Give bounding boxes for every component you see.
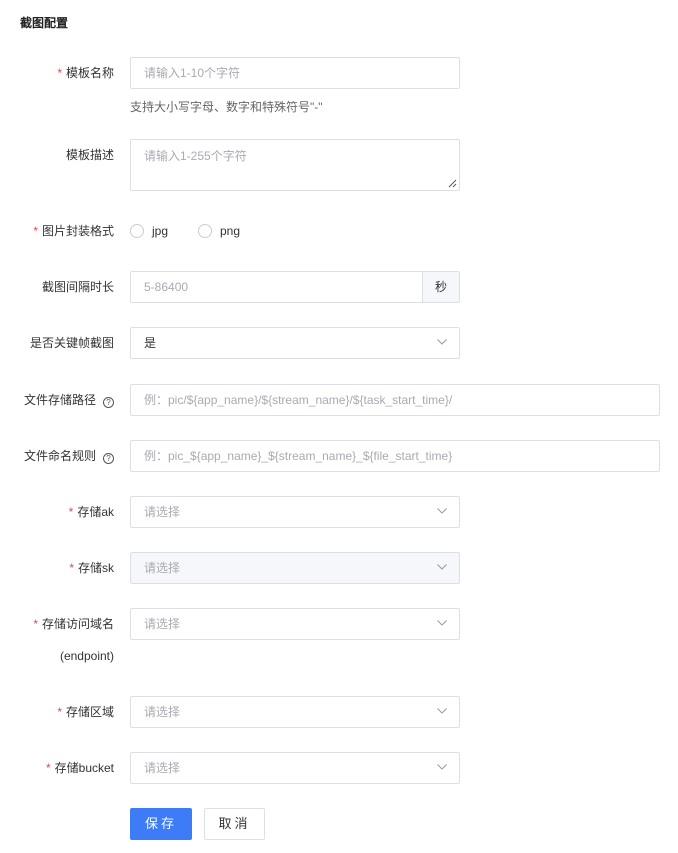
interval-unit-suffix: 秒 [422, 272, 459, 302]
keyframe-selected-value: 是 [144, 336, 157, 350]
storage-region-label: * 存储区域 [57, 704, 114, 720]
keyframe-label: 是否关键帧截图 [29, 336, 114, 350]
storage-domain-label-text: 存储访问域名 [41, 617, 114, 631]
required-mark: * [57, 66, 62, 80]
image-format-label-text: 图片封装格式 [41, 224, 114, 238]
image-format-label: * 图片封装格式 [33, 223, 114, 239]
resize-handle-icon[interactable] [447, 178, 457, 188]
interval-input[interactable]: 5-86400 秒 [130, 271, 460, 303]
storage-sk-select[interactable]: 请选择 [130, 552, 460, 584]
required-mark: * [57, 705, 62, 719]
storage-ak-label: * 存储ak [69, 504, 114, 520]
storage-bucket-placeholder: 请选择 [144, 761, 181, 775]
radio-jpg[interactable]: jpg [130, 224, 168, 238]
chevron-down-icon [437, 620, 447, 626]
keyframe-select[interactable]: 是 [130, 327, 460, 359]
template-desc-placeholder: 请输入1-255个字符 [144, 149, 247, 163]
template-desc-label: 模板描述 [65, 148, 114, 162]
storage-region-placeholder: 请选择 [144, 705, 181, 719]
required-mark: * [68, 505, 74, 519]
chevron-down-icon [437, 764, 447, 770]
storage-bucket-select[interactable]: 请选择 [130, 752, 460, 784]
chevron-down-icon [437, 339, 447, 345]
storage-path-input[interactable]: 例：pic/${app_name}/${stream_name}/${task_… [130, 384, 660, 416]
interval-label: 截图间隔时长 [41, 280, 114, 294]
radio-png[interactable]: png [198, 224, 240, 238]
required-mark: * [33, 224, 38, 238]
chevron-down-icon [437, 508, 447, 514]
storage-domain-placeholder: 请选择 [144, 617, 181, 631]
naming-rule-input[interactable]: 例：pic_${app_name}_${stream_name}_${file_… [130, 440, 660, 472]
radio-jpg-label: jpg [152, 224, 169, 238]
naming-rule-label: 文件命名规则? [24, 448, 114, 464]
storage-sk-placeholder: 请选择 [144, 561, 181, 575]
section-title: 截图配置 [20, 16, 69, 30]
storage-ak-select[interactable]: 请选择 [130, 496, 460, 528]
naming-rule-label-text: 文件命名规则 [23, 449, 96, 463]
storage-path-label: 文件存储路径? [24, 392, 114, 408]
storage-domain-label-sub: (endpoint) [59, 649, 114, 663]
template-name-label-text: 模板名称 [65, 66, 114, 80]
template-name-input[interactable]: 请输入1-10个字符 [130, 57, 460, 89]
save-button[interactable]: 保存 [130, 808, 192, 840]
radio-circle-icon[interactable] [130, 224, 144, 238]
template-desc-textarea[interactable]: 请输入1-255个字符 [130, 139, 460, 191]
required-mark: * [69, 561, 74, 575]
chevron-down-icon [437, 708, 447, 714]
help-icon[interactable]: ? [103, 453, 114, 464]
storage-path-label-text: 文件存储路径 [23, 393, 96, 407]
help-icon[interactable]: ? [103, 397, 114, 408]
required-mark: * [45, 761, 51, 775]
storage-domain-select[interactable]: 请选择 [130, 608, 460, 640]
chevron-down-icon [437, 564, 447, 570]
template-name-label: * 模板名称 [57, 65, 114, 81]
storage-bucket-label-text: 存储bucket [54, 761, 114, 775]
storage-region-label-text: 存储区域 [65, 705, 114, 719]
interval-placeholder: 5-86400 [144, 280, 189, 294]
storage-sk-label: * 存储sk [69, 560, 114, 576]
storage-ak-placeholder: 请选择 [144, 505, 181, 519]
storage-domain-label: * 存储访问域名 [33, 616, 114, 632]
storage-sk-label-text: 存储sk [77, 561, 114, 575]
radio-circle-icon[interactable] [198, 224, 212, 238]
storage-ak-label-text: 存储ak [77, 505, 114, 519]
radio-png-label: png [220, 224, 241, 238]
storage-region-select[interactable]: 请选择 [130, 696, 460, 728]
storage-bucket-label: * 存储bucket [46, 760, 114, 776]
template-name-hint: 支持大小写字母、数字和特殊符号"-" [130, 100, 323, 114]
required-mark: * [33, 617, 38, 631]
cancel-button[interactable]: 取消 [204, 808, 265, 840]
